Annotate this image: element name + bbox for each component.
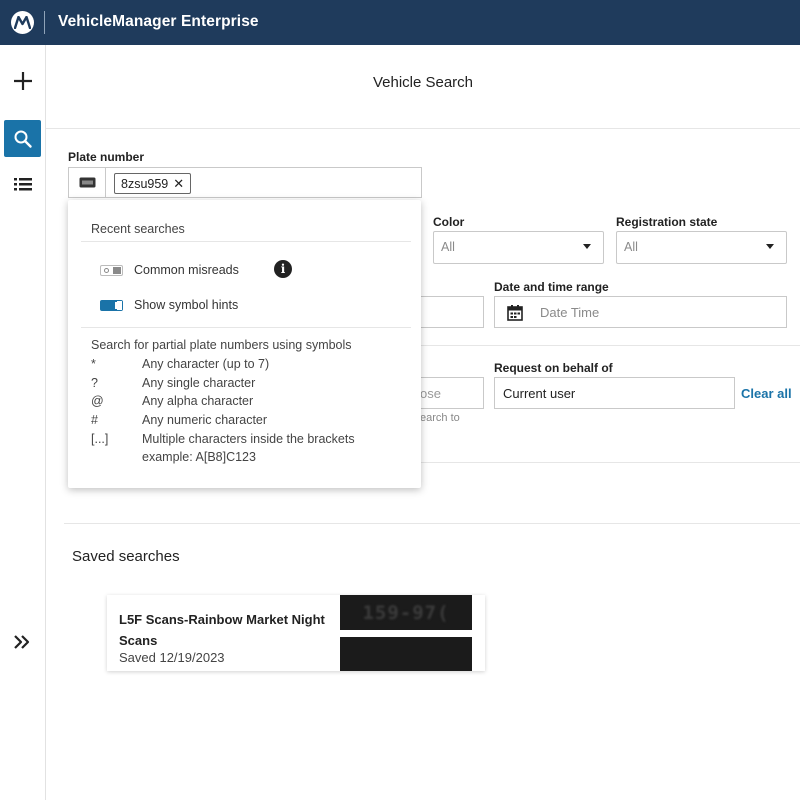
symbol: * <box>91 357 96 371</box>
app-title: VehicleManager Enterprise <box>58 13 259 30</box>
info-icon[interactable]: i <box>274 260 292 278</box>
saved-search-date: Saved 12/19/2023 <box>119 650 225 665</box>
symbol: [...] <box>91 432 109 446</box>
list-nav-button[interactable] <box>4 166 41 203</box>
section-divider <box>420 462 800 463</box>
expand-rail-button[interactable] <box>12 632 32 657</box>
saved-search-card[interactable]: L5F Scans-Rainbow Market Night Scans Sav… <box>107 595 485 671</box>
dropdown-divider <box>81 327 411 328</box>
date-time-input[interactable]: Date Time <box>494 296 787 328</box>
plate-search-dropdown: Recent searches Common misreads i Show s… <box>68 200 421 488</box>
registration-state-value: All <box>624 240 638 254</box>
plate-chip-value: 8zsu959 <box>121 176 169 191</box>
purpose-input-fragment: ose <box>420 386 441 401</box>
header-divider <box>44 11 45 34</box>
date-time-label: Date and time range <box>494 280 609 294</box>
symbol: @ <box>91 394 104 408</box>
request-on-behalf-input[interactable]: Current user <box>494 377 735 409</box>
symbol: ? <box>91 376 98 390</box>
plate-number-label: Plate number <box>68 150 145 164</box>
color-select-value: All <box>441 240 455 254</box>
symbols-heading: Search for partial plate numbers using s… <box>91 338 352 352</box>
common-misreads-label: Common misreads <box>134 263 239 277</box>
plate-chip: 8zsu959 ✕ <box>114 173 192 194</box>
motorola-logo-icon[interactable] <box>11 11 34 34</box>
saved-search-title: L5F Scans-Rainbow Market Night Scans <box>119 612 325 648</box>
color-label: Color <box>433 215 465 229</box>
clear-all-button[interactable]: Clear all <box>741 386 792 401</box>
symbol: # <box>91 413 98 427</box>
add-button[interactable] <box>4 62 41 99</box>
date-time-placeholder: Date Time <box>540 305 600 320</box>
plate-thumbnail: 159-97( <box>340 595 472 630</box>
dropdown-divider <box>81 241 411 242</box>
request-on-behalf-value: Current user <box>503 386 576 401</box>
symbol-description: Any numeric character <box>142 413 268 427</box>
symbol-example: example: A[B8]C123 <box>142 450 256 464</box>
search-icon <box>14 130 32 148</box>
symbol-description: Any single character <box>142 376 256 390</box>
plate-number-input[interactable]: 8zsu959 ✕ <box>105 167 422 198</box>
list-icon <box>13 177 32 190</box>
recent-searches-heading: Recent searches <box>91 222 185 236</box>
symbol-description: Any alpha character <box>142 394 254 408</box>
purpose-input[interactable]: ose <box>420 377 484 409</box>
calendar-icon <box>507 305 523 326</box>
vehicle-thumbnail <box>340 637 472 671</box>
request-on-behalf-label: Request on behalf of <box>494 361 613 375</box>
section-divider <box>420 345 800 346</box>
common-misreads-toggle-row[interactable]: Common misreads <box>100 263 239 277</box>
plate-thumbnail-text: 159-97( <box>362 601 450 624</box>
purpose-helper-text: earch to <box>420 412 460 424</box>
symbol-description: Any character (up to 7) <box>142 357 270 371</box>
double-chevron-right-icon <box>14 635 30 649</box>
registration-state-label: Registration state <box>616 215 718 229</box>
plate-type-button[interactable] <box>68 167 105 198</box>
symbol-hints-label: Show symbol hints <box>134 298 239 312</box>
caret-down-icon <box>766 244 774 249</box>
saved-searches-title: Saved searches <box>72 548 180 565</box>
toggle-on-icon[interactable] <box>100 299 123 311</box>
hidden-field-input[interactable] <box>420 296 484 328</box>
title-divider <box>46 128 800 129</box>
toggle-off-icon[interactable] <box>100 264 123 276</box>
color-select[interactable]: All <box>433 231 604 264</box>
plus-icon <box>13 71 32 90</box>
page-title: Vehicle Search <box>372 74 474 91</box>
symbol-hints-toggle-row[interactable]: Show symbol hints <box>100 298 238 312</box>
remove-chip-icon[interactable]: ✕ <box>173 176 184 192</box>
license-plate-icon <box>79 177 95 188</box>
left-rail <box>0 45 46 800</box>
saved-divider <box>64 523 800 524</box>
search-nav-button[interactable] <box>4 120 41 157</box>
symbol-description: Multiple characters inside the brackets <box>142 432 355 446</box>
app-header: VehicleManager Enterprise <box>0 0 800 45</box>
registration-state-select[interactable]: All <box>616 231 787 264</box>
caret-down-icon <box>583 244 591 249</box>
